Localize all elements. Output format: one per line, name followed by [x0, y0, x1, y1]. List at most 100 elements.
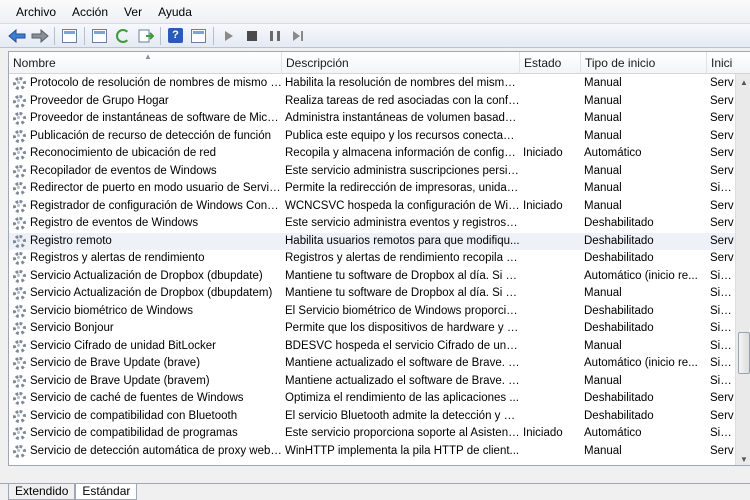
- menu-ver[interactable]: Ver: [116, 0, 150, 24]
- service-logon: Serv: [710, 234, 734, 247]
- services-list[interactable]: ▲ Nombre Descripción Estado Tipo de inic…: [8, 51, 750, 466]
- service-startup-type: Deshabilitado: [584, 409, 654, 422]
- menu-archivo[interactable]: Archivo: [8, 0, 64, 24]
- table-row[interactable]: Redirector de puerto en modo usuario de …: [9, 180, 735, 198]
- service-gear-icon: [13, 427, 26, 441]
- refresh-icon[interactable]: [112, 26, 133, 46]
- help-icon[interactable]: ?: [165, 26, 186, 46]
- service-name-cell: Registros y alertas de rendimiento: [9, 250, 282, 268]
- service-description: Permite la redirección de impresoras, un…: [285, 182, 520, 194]
- service-state: [520, 250, 581, 268]
- service-state: [520, 110, 581, 128]
- pause-service-icon[interactable]: [264, 26, 285, 46]
- table-row[interactable]: Servicio de compatibilidad con Bluetooth…: [9, 408, 735, 426]
- scroll-up-icon[interactable]: ▲: [736, 74, 750, 90]
- table-row[interactable]: Registros y alertas de rendimiento Regist…: [9, 250, 735, 268]
- table-row[interactable]: Publicación de recurso de detección de f…: [9, 128, 735, 146]
- properties-icon[interactable]: [89, 26, 110, 46]
- service-name: Servicio de compatibilidad con Bluetooth: [30, 409, 238, 422]
- table-row[interactable]: Proveedor de Grupo Hogar Realiza tareas d…: [9, 93, 735, 111]
- tab-extendido[interactable]: Extendido: [8, 484, 76, 500]
- table-row[interactable]: Servicio Cifrado de unidad BitLocker BDES…: [9, 338, 735, 356]
- service-name-cell: Servicio Actualización de Dropbox (dbupd…: [9, 285, 282, 303]
- restart-service-icon[interactable]: [287, 26, 308, 46]
- service-state: [520, 355, 581, 373]
- service-gear-icon: [13, 129, 26, 143]
- menu-ayuda[interactable]: Ayuda: [150, 0, 200, 24]
- service-name-cell: Reconocimiento de ubicación de red: [9, 145, 282, 163]
- table-row[interactable]: Servicio de Brave Update (bravem) Mantien…: [9, 373, 735, 391]
- service-description: WinHTTP implementa la pila HTTP de clien…: [285, 444, 520, 457]
- service-description: Permite que los dispositivos de hardware…: [285, 322, 520, 334]
- service-state: [520, 215, 581, 233]
- view-tabs: Extendido Estándar: [8, 484, 138, 500]
- table-row[interactable]: Registrador de configuración de Windows …: [9, 198, 735, 216]
- tab-estandar[interactable]: Estándar: [75, 484, 138, 500]
- column-header-estado[interactable]: Estado: [520, 52, 581, 74]
- export-list-icon[interactable]: [135, 26, 156, 46]
- service-name-cell: Servicio de compatibilidad de programas: [9, 425, 282, 443]
- table-row[interactable]: Reconocimiento de ubicación de red Recopi…: [9, 145, 735, 163]
- service-description: Habilita usuarios remotos para que modif…: [285, 234, 520, 247]
- start-service-icon[interactable]: [218, 26, 239, 46]
- table-row[interactable]: Servicio Bonjour Permite que los disposit…: [9, 320, 735, 338]
- service-gear-icon: [13, 164, 26, 178]
- service-logon: Serv: [710, 199, 734, 212]
- service-name-cell: Servicio Bonjour: [9, 320, 282, 338]
- console-icon[interactable]: [188, 26, 209, 46]
- service-name: Servicio de compatibilidad de programas: [30, 427, 238, 439]
- table-row[interactable]: Registro de eventos de Windows Este servi…: [9, 215, 735, 233]
- service-startup-type: Deshabilitado: [584, 322, 654, 334]
- service-description: Registros y alertas de rendimiento recop…: [285, 252, 520, 264]
- service-state: [520, 285, 581, 303]
- service-description: Recopila y almacena información de confi…: [285, 147, 520, 159]
- service-name-cell: Protocolo de resolución de nombres de mi…: [9, 75, 282, 93]
- table-row[interactable]: Servicio de caché de fuentes de Windows O…: [9, 390, 735, 408]
- service-name-cell: Servicio biométrico de Windows: [9, 303, 282, 321]
- table-row[interactable]: Servicio Actualización de Dropbox (dbupd…: [9, 285, 735, 303]
- table-row[interactable]: Servicio de detección automática de prox…: [9, 443, 735, 461]
- show-console-tree-icon[interactable]: [59, 26, 80, 46]
- service-logon: Serv: [710, 217, 734, 229]
- service-gear-icon: [13, 112, 26, 126]
- scrollbar-thumb[interactable]: [738, 332, 750, 374]
- table-row[interactable]: Registro remoto Habilita usuarios remotos…: [9, 232, 735, 250]
- table-row[interactable]: Protocolo de resolución de nombres de mi…: [9, 75, 735, 93]
- service-gear-icon: [13, 339, 26, 353]
- table-row[interactable]: Proveedor de instantáneas de software de…: [9, 110, 735, 128]
- column-header-nombre[interactable]: ▲ Nombre: [9, 52, 282, 74]
- vertical-scrollbar[interactable]: ▲ ▼: [735, 74, 750, 465]
- service-name: Registros y alertas de rendimiento: [30, 252, 205, 264]
- service-logon: Siste: [710, 374, 735, 387]
- column-header-tipo-inicio[interactable]: Tipo de inicio: [581, 52, 707, 74]
- forward-arrow-icon[interactable]: [29, 26, 50, 46]
- menu-accion[interactable]: Acción: [64, 0, 116, 24]
- service-gear-icon: [13, 199, 26, 213]
- service-state: [520, 373, 581, 391]
- scroll-down-icon[interactable]: ▼: [736, 451, 750, 465]
- stop-service-icon[interactable]: [241, 26, 262, 46]
- service-startup-type: Manual: [584, 112, 622, 124]
- table-row[interactable]: Servicio de compatibilidad de programas E…: [9, 425, 735, 443]
- service-gear-icon: [13, 234, 26, 248]
- service-logon: Siste: [710, 182, 735, 194]
- table-row[interactable]: Servicio de Brave Update (brave) Mantiene…: [9, 355, 735, 373]
- back-arrow-icon[interactable]: [6, 26, 27, 46]
- service-name: Servicio de Brave Update (bravem): [30, 374, 210, 387]
- service-startup-type: Manual: [584, 339, 622, 352]
- service-name-cell: Servicio Cifrado de unidad BitLocker: [9, 338, 282, 356]
- service-startup-type: Manual: [584, 199, 622, 212]
- column-header-descripcion[interactable]: Descripción: [282, 52, 520, 74]
- column-header-inicio-sesion[interactable]: Inici: [707, 52, 750, 74]
- list-rows: Protocolo de resolución de nombres de mi…: [9, 75, 735, 460]
- service-name: Recopilador de eventos de Windows: [30, 164, 217, 177]
- table-row[interactable]: Recopilador de eventos de Windows Este se…: [9, 163, 735, 181]
- service-name: Proveedor de Grupo Hogar: [30, 94, 169, 107]
- table-row[interactable]: Servicio Actualización de Dropbox (dbupd…: [9, 268, 735, 286]
- service-state: Iniciado: [523, 199, 563, 212]
- table-row[interactable]: Servicio biométrico de Windows El Servici…: [9, 303, 735, 321]
- service-description: Mantiene actualizado el software de Brav…: [285, 374, 520, 387]
- list-header: ▲ Nombre Descripción Estado Tipo de inic…: [9, 52, 750, 74]
- service-description: Publica este equipo y los recursos conec…: [285, 129, 520, 142]
- service-state: [520, 390, 581, 408]
